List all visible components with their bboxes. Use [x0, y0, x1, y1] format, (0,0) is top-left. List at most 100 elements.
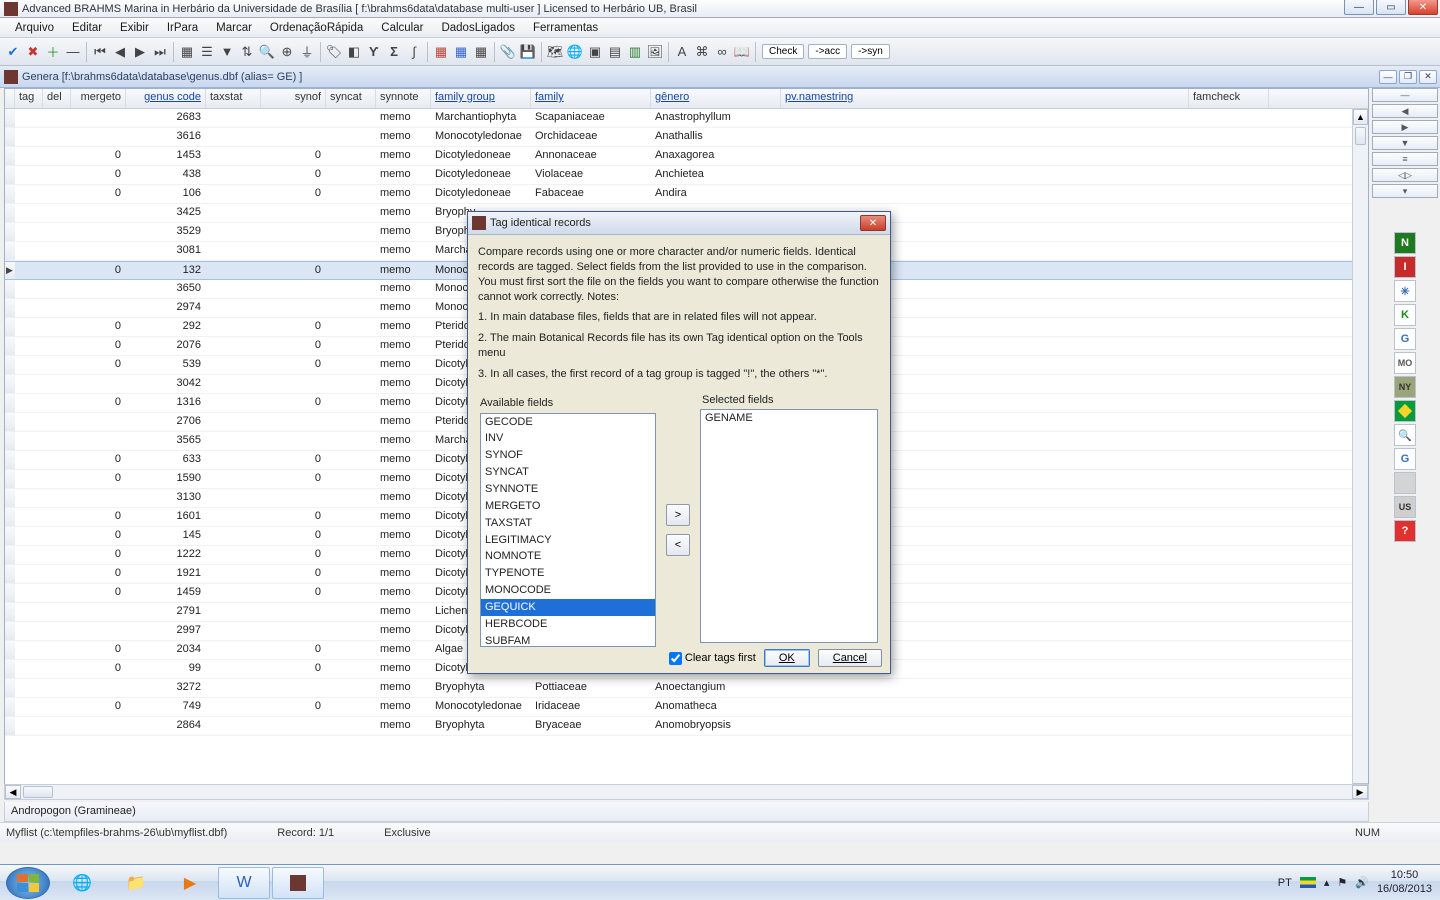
tray-clock[interactable]: 10:50 16/08/2013	[1377, 869, 1432, 895]
rail-grip-icon[interactable]: ≡	[1372, 152, 1438, 166]
next-icon[interactable]: ▶	[131, 43, 149, 61]
taskbar-explorer[interactable]: 📁	[110, 867, 162, 899]
child-minimize[interactable]: —	[1379, 70, 1397, 84]
rail-left-icon[interactable]: ◀	[1372, 104, 1438, 118]
first-icon[interactable]: ⏮	[91, 43, 109, 61]
dialog-close-button[interactable]: ✕	[860, 215, 886, 231]
child-restore[interactable]: ❐	[1399, 70, 1417, 84]
chart-icon[interactable]: ▤	[606, 43, 624, 61]
dialog-title-bar[interactable]: Tag identical records ✕	[468, 212, 890, 235]
avail-item[interactable]: GECODE	[481, 414, 655, 431]
table-row[interactable]: 01060memoDicotyledoneaeFabaceaeAndira	[5, 185, 1368, 204]
maximize-button[interactable]: ▭	[1376, 0, 1406, 15]
available-fields-listbox[interactable]: GECODEINVSYNOFSYNCATSYNNOTEMERGETOTAXSTA…	[480, 413, 656, 647]
grid-red-icon[interactable]: ▦	[432, 43, 450, 61]
avail-item[interactable]: NOMNOTE	[481, 548, 655, 565]
menu-editar[interactable]: Editar	[72, 22, 102, 34]
acc-button[interactable]: ->acc	[808, 44, 847, 59]
side-badge[interactable]	[1394, 400, 1416, 422]
clear-tags-input[interactable]	[669, 652, 682, 665]
menu-arquivo[interactable]: Arquivo	[15, 22, 54, 34]
avail-item[interactable]: SUBFAM	[481, 633, 655, 647]
scroll-up-icon[interactable]: ▲	[1353, 109, 1368, 125]
attach-icon[interactable]: 📎	[499, 43, 517, 61]
avail-item[interactable]: MONOCODE	[481, 582, 655, 599]
rail-down-icon[interactable]: ▼	[1372, 136, 1438, 150]
globe-icon[interactable]: 🌐	[566, 43, 584, 61]
col-famg[interactable]: family group	[431, 89, 531, 108]
commit-icon[interactable]: ✔	[4, 43, 22, 61]
close-button[interactable]: ✕	[1408, 0, 1438, 15]
menu-marcar[interactable]: Marcar	[216, 22, 252, 34]
add-icon[interactable]: ＋	[44, 43, 62, 61]
selected-fields-listbox[interactable]: GENAME	[700, 409, 878, 643]
report-icon[interactable]: ▣	[586, 43, 604, 61]
menu-irpara[interactable]: IrPara	[167, 22, 198, 34]
table-row[interactable]: 3616memoMonocotyledonaeOrchidaceaeAnatha…	[5, 128, 1368, 147]
side-badge[interactable]: G	[1394, 448, 1416, 470]
tag2-icon[interactable]: ◧	[345, 43, 363, 61]
check-button[interactable]: Check	[762, 44, 804, 59]
last-icon[interactable]: ⏭	[151, 43, 169, 61]
tray-up-icon[interactable]: ▴	[1324, 876, 1330, 889]
delete-icon[interactable]: —	[64, 43, 82, 61]
book-icon[interactable]: 📖	[733, 43, 751, 61]
side-badge[interactable]: N	[1394, 232, 1416, 254]
vertical-scrollbar[interactable]: ▲ ▼	[1352, 109, 1368, 799]
table-row[interactable]: 3272memoBryophytaPottiaceaeAnoectangium	[5, 679, 1368, 698]
tag-icon[interactable]: 🏷	[325, 43, 343, 61]
start-button[interactable]	[6, 867, 50, 899]
col-tag[interactable]: tag	[15, 89, 43, 108]
side-badge[interactable]: G	[1394, 328, 1416, 350]
col-fam[interactable]: family	[531, 89, 651, 108]
move-right-button[interactable]: >	[666, 504, 690, 526]
col-synof[interactable]: synof	[261, 89, 326, 108]
clear-tags-checkbox[interactable]: Clear tags first	[669, 652, 756, 665]
menu-exibir[interactable]: Exibir	[120, 22, 149, 34]
scroll-left-icon[interactable]: ◀	[5, 785, 21, 799]
cancel-icon[interactable]: ✖	[24, 43, 42, 61]
grid-grey-icon[interactable]: ▦	[472, 43, 490, 61]
filter-icon[interactable]: ▼	[218, 43, 236, 61]
table-row[interactable]: 2864memoBryophytaBryaceaeAnomobryopsis	[5, 717, 1368, 736]
funnel-icon[interactable]: ⏚	[298, 43, 316, 61]
rail-up-icon[interactable]: —	[1372, 88, 1438, 102]
col-gcode[interactable]: genus code	[126, 89, 206, 108]
list-icon[interactable]: ☰	[198, 43, 216, 61]
avail-item[interactable]: SYNCAT	[481, 464, 655, 481]
side-badge[interactable]: ?	[1394, 520, 1416, 542]
sigma-icon[interactable]: Σ	[385, 43, 403, 61]
find-icon[interactable]: 🔍	[258, 43, 276, 61]
tray-sound-icon[interactable]: 🔊	[1355, 876, 1369, 889]
menu-calcular[interactable]: Calcular	[381, 22, 423, 34]
rail-right-icon[interactable]: ▶	[1372, 120, 1438, 134]
move-left-button[interactable]: <	[666, 534, 690, 556]
menu-ordenaçãorápida[interactable]: OrdenaçãoRápida	[270, 22, 363, 34]
cancel-button[interactable]: Cancel	[818, 649, 882, 667]
grid-blue-icon[interactable]: ▦	[452, 43, 470, 61]
avail-item[interactable]: LEGITIMACY	[481, 532, 655, 549]
taskbar-media[interactable]: ▶	[164, 867, 216, 899]
col-syncat[interactable]: syncat	[326, 89, 376, 108]
tray-action-icon[interactable]: ⚑	[1337, 876, 1347, 889]
rail-nav-icon[interactable]: ◁▷	[1372, 168, 1438, 182]
table-row[interactable]: 2683memoMarchantiophytaScapaniaceaeAnast…	[5, 109, 1368, 128]
hscroll-thumb[interactable]	[23, 786, 53, 798]
avail-item[interactable]: GEQUICK	[481, 599, 655, 616]
selected-item[interactable]: GENAME	[701, 410, 877, 427]
menu-dadosligados[interactable]: DadosLigados	[441, 22, 515, 34]
avail-item[interactable]: MERGETO	[481, 498, 655, 515]
tray-flag-icon[interactable]	[1300, 877, 1316, 888]
taskbar-chrome[interactable]: 🌐	[56, 867, 108, 899]
sort-icon[interactable]: ⇅	[238, 43, 256, 61]
side-badge[interactable]: K	[1394, 304, 1416, 326]
scroll-right-icon[interactable]: ▶	[1352, 785, 1368, 799]
tray-lang[interactable]: PT	[1278, 877, 1292, 889]
table-row[interactable]: 07490memoMonocotyledonaeIridaceaeAnomath…	[5, 698, 1368, 717]
col-del[interactable]: del	[43, 89, 71, 108]
col-pv[interactable]: pv.namestring	[781, 89, 1189, 108]
image-icon[interactable]: 🖼	[646, 43, 664, 61]
prev-icon[interactable]: ◀	[111, 43, 129, 61]
bio-icon[interactable]: ⌘	[693, 43, 711, 61]
excel-icon[interactable]: ▥	[626, 43, 644, 61]
